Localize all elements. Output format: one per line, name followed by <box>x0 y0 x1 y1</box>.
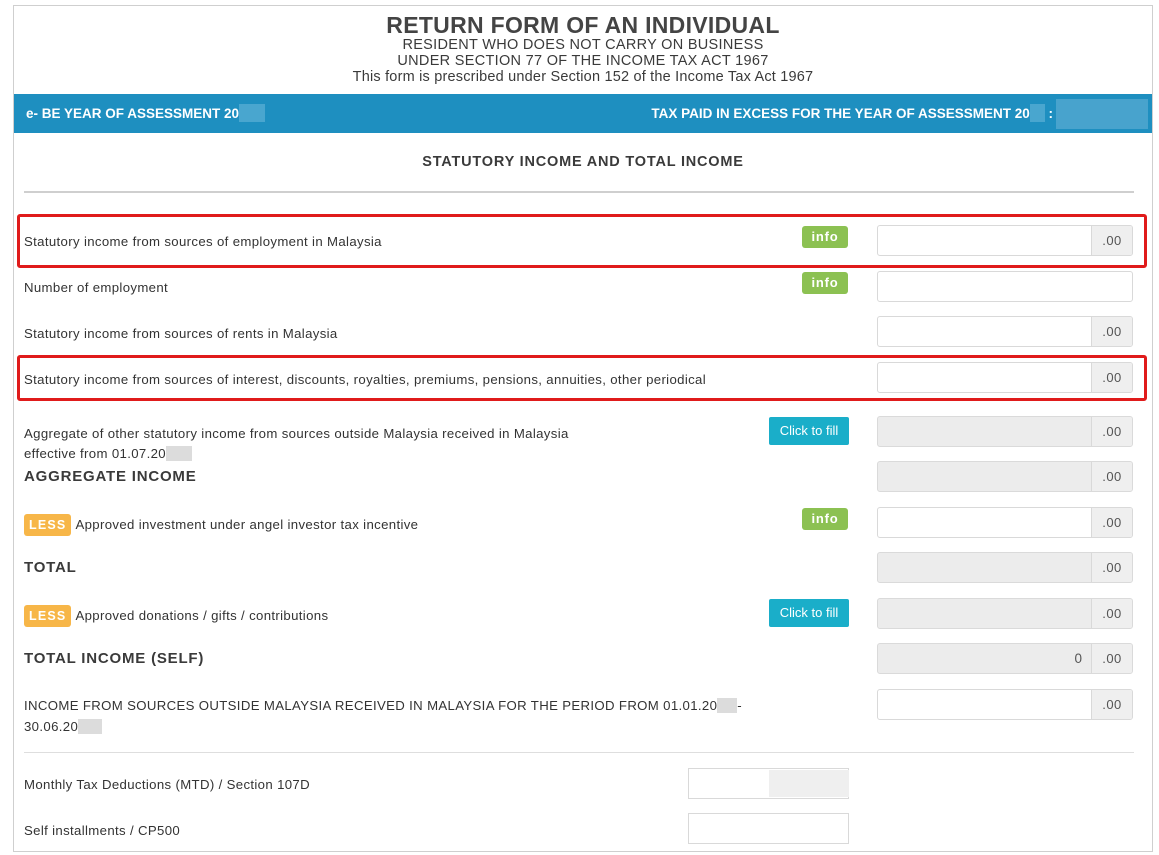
outside-income-label-line1: Aggregate of other statutory income from… <box>24 426 569 441</box>
donations-label: LESS Approved donations / gifts / contrib… <box>24 604 328 627</box>
donations-input: .00 <box>877 598 1133 629</box>
redacted-year <box>717 697 738 713</box>
assessment-bar: e- BE YEAR OF ASSESSMENT 20 TAX PAID IN … <box>14 94 1152 133</box>
angel-investor-label: LESS Approved investment under angel inve… <box>24 513 418 536</box>
decimal-suffix: .00 <box>1091 644 1132 673</box>
less-badge: LESS <box>24 604 72 627</box>
total-income-value: 0 <box>1074 651 1082 666</box>
total-input: .00 <box>877 552 1133 583</box>
aggregate-income-input: .00 <box>877 461 1133 492</box>
redacted-year <box>165 445 192 461</box>
click-to-fill-outside[interactable]: Click to fill <box>769 417 849 445</box>
income-outside-period-field[interactable] <box>878 690 1092 719</box>
income-outside-period-line2: 30.06.20 <box>24 717 103 737</box>
cp500-label: Self installments / CP500 <box>24 823 181 838</box>
info-button-number-employment[interactable]: info <box>802 272 848 294</box>
income-outside-period-line1: INCOME FROM SOURCES OUTSIDE MALAYSIA REC… <box>24 697 743 713</box>
cp500-input[interactable] <box>688 813 849 844</box>
redacted-year <box>239 103 266 122</box>
income-outside-period-input[interactable]: .00 <box>877 689 1133 720</box>
info-button-angel[interactable]: info <box>802 508 848 530</box>
form-title: RETURN FORM OF AN INDIVIDUAL <box>386 12 780 38</box>
form-frame: RETURN FORM OF AN INDIVIDUAL RESIDENT WH… <box>13 5 1153 852</box>
rents-income-input[interactable]: .00 <box>877 316 1133 347</box>
decimal-suffix: .00 <box>1091 508 1132 537</box>
mtd-label: Monthly Tax Deductions (MTD) / Section 1… <box>24 777 310 792</box>
rents-income-field[interactable] <box>878 317 1092 346</box>
assessment-year: e- BE YEAR OF ASSESSMENT 20 <box>26 103 266 122</box>
total-income-self-input: 0 .00 <box>877 643 1133 674</box>
decimal-suffix: .00 <box>1091 317 1132 346</box>
total-income-self-label: TOTAL INCOME (SELF) <box>24 650 205 667</box>
redacted-year <box>78 718 103 734</box>
number-of-employment-input[interactable] <box>877 271 1133 302</box>
decimal-suffix: .00 <box>1091 462 1132 491</box>
highlight-employment <box>17 214 1147 268</box>
decimal-suffix: .00 <box>1091 599 1132 628</box>
form-subtitle-2: UNDER SECTION 77 OF THE INCOME TAX ACT 1… <box>397 53 769 69</box>
decimal-suffix: .00 <box>1091 690 1132 719</box>
number-of-employment-label: Number of employment <box>24 280 169 295</box>
total-label: TOTAL <box>24 559 77 576</box>
highlight-interest <box>17 355 1147 401</box>
section-title: STATUTORY INCOME AND TOTAL INCOME <box>422 154 744 170</box>
redacted-year <box>1029 103 1045 122</box>
decimal-suffix: .00 <box>1091 417 1132 446</box>
redacted-value <box>769 770 849 797</box>
outside-income-label-line2: effective from 01.07.20 <box>24 444 192 464</box>
section-divider <box>24 191 1134 193</box>
tax-paid-excess-value <box>1056 99 1148 129</box>
click-to-fill-donations[interactable]: Click to fill <box>769 599 849 627</box>
decimal-suffix: .00 <box>1091 553 1132 582</box>
aggregate-income-label: AGGREGATE INCOME <box>24 468 197 485</box>
outside-income-input: .00 <box>877 416 1133 447</box>
form-subtitle-1: RESIDENT WHO DOES NOT CARRY ON BUSINESS <box>402 37 764 53</box>
divider <box>24 752 1134 753</box>
tax-paid-excess: TAX PAID IN EXCESS FOR THE YEAR OF ASSES… <box>651 103 1053 122</box>
angel-investor-input[interactable]: .00 <box>877 507 1133 538</box>
rents-income-label: Statutory income from sources of rents i… <box>24 326 338 341</box>
less-badge: LESS <box>24 513 72 536</box>
mtd-input[interactable] <box>688 768 849 799</box>
form-subtitle-3: This form is prescribed under Section 15… <box>352 69 814 85</box>
angel-investor-field[interactable] <box>878 508 1092 537</box>
